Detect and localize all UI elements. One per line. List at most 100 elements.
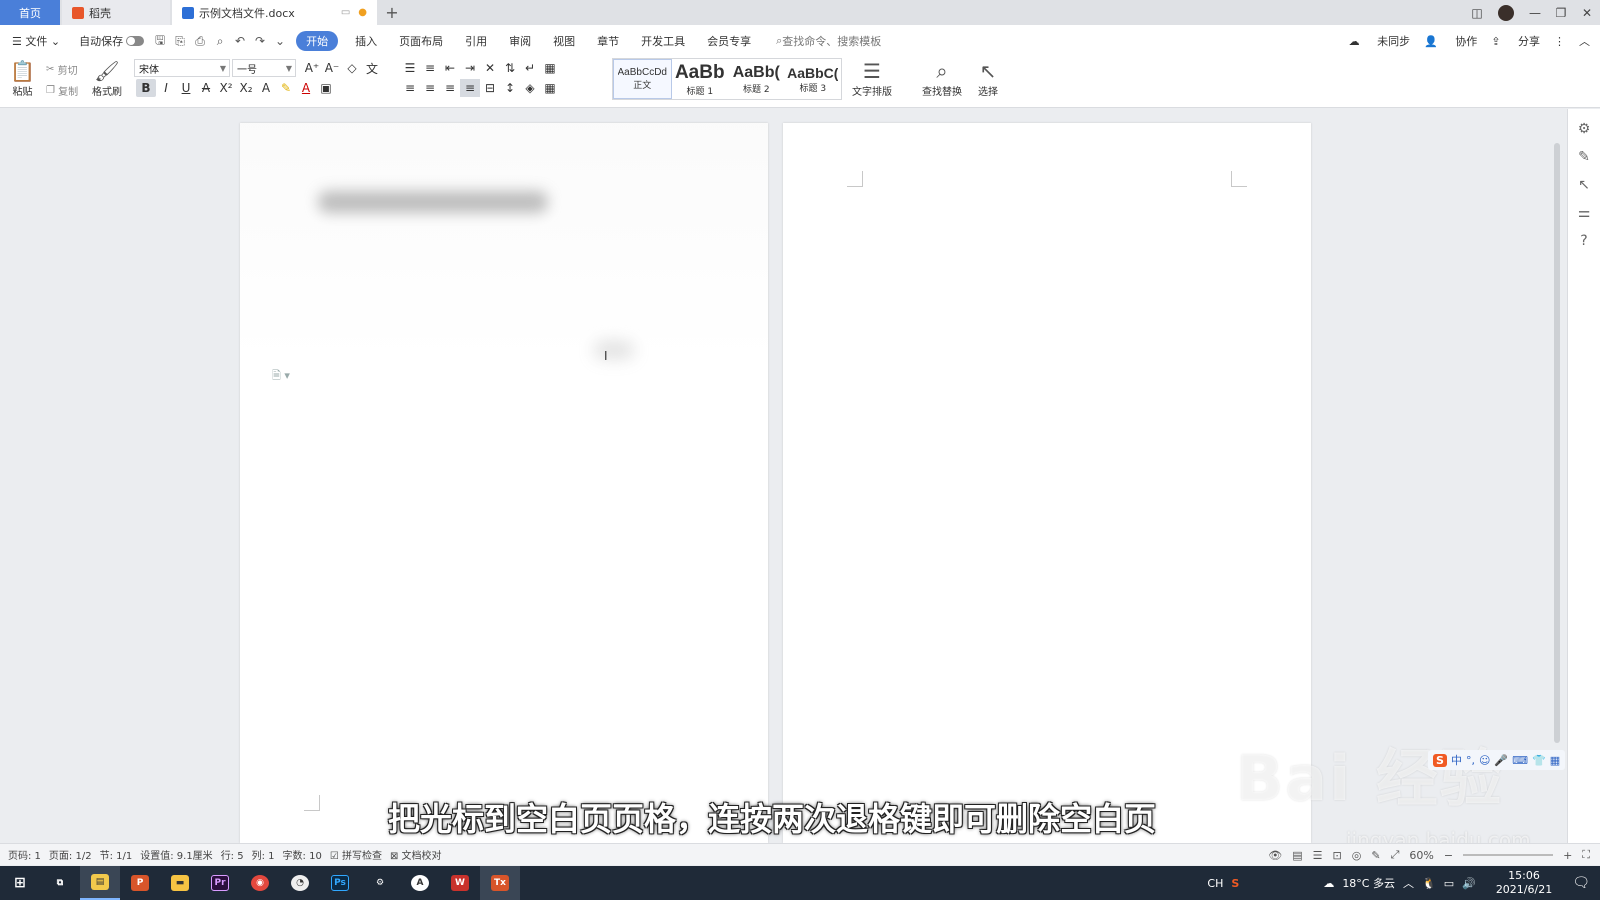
side-tool-1-icon[interactable]: ⚙ (1568, 121, 1600, 137)
share-button[interactable]: ⇪ 分享 (1491, 33, 1540, 49)
taskbar-app-slides[interactable]: P (120, 866, 160, 900)
avatar[interactable] (1498, 4, 1514, 21)
qq-icon[interactable]: 🐧 (1422, 877, 1436, 890)
eye-protect-icon[interactable]: 👁 (1268, 849, 1282, 862)
undo-icon[interactable]: ↶ (230, 33, 250, 49)
screen-icon[interactable]: ▭ (341, 7, 350, 18)
quick-access-dropdown-icon[interactable]: ⌄ (270, 33, 290, 49)
sync-button[interactable]: ☁ 未同步 (1349, 33, 1411, 49)
skin-icon[interactable]: 👕 (1532, 754, 1546, 767)
text-effect-button[interactable]: A (256, 79, 276, 97)
grid-icon[interactable]: ▦ (1550, 754, 1560, 767)
status-section[interactable]: 节: 1/1 (100, 847, 133, 862)
input-lang[interactable]: CH (1207, 877, 1223, 890)
taskbar-app-wps[interactable]: W (440, 866, 480, 900)
paragraph-marker-icon[interactable]: 🗎 ▾ (272, 367, 290, 386)
sogou-logo-icon[interactable]: S (1433, 753, 1447, 767)
taskbar-app-apowersoft[interactable]: A (400, 866, 440, 900)
start-button[interactable]: ⊞ (0, 866, 40, 900)
text-layout-button[interactable]: ☰ 文字排版 (852, 59, 892, 98)
ime-mode[interactable]: 中 (1451, 752, 1462, 768)
line-spacing-icon[interactable]: ↕ (500, 79, 520, 97)
outline-view-icon[interactable]: ☰ (1313, 849, 1323, 862)
sort-icon[interactable]: ⇅ (500, 59, 520, 77)
volume-icon[interactable]: 🔊 (1462, 877, 1476, 890)
clear-format-icon[interactable]: ◇ (342, 59, 362, 77)
tab-daoke[interactable]: 稻壳 (62, 0, 170, 25)
subscript-button[interactable]: X₂ (236, 79, 256, 97)
justify-icon[interactable]: ≡ (460, 79, 480, 97)
align-right-icon[interactable]: ≡ (440, 79, 460, 97)
status-pages[interactable]: 页面: 1/2 (49, 847, 92, 862)
taskbar-app-explorer[interactable]: ▬ (160, 866, 200, 900)
taskbar-app-settings[interactable]: ⚙ (360, 866, 400, 900)
collapse-ribbon-icon[interactable]: ︿ (1579, 33, 1590, 49)
chinese-layout-icon[interactable]: ✕ (480, 59, 500, 77)
save-icon[interactable]: 🖫 (150, 33, 170, 49)
highlight-button[interactable]: ✎ (276, 79, 296, 97)
keyboard-icon[interactable]: ⌨ (1512, 754, 1528, 767)
fullscreen-icon[interactable]: ⛶ (1582, 848, 1590, 862)
taskbar-app-premiere[interactable]: Pr (200, 866, 240, 900)
mic-icon[interactable]: 🎤 (1494, 754, 1508, 767)
doc-proof-button[interactable]: ⊠ 文档校对 (390, 847, 442, 862)
align-center-icon[interactable]: ≡ (420, 79, 440, 97)
ime-punct[interactable]: °, (1466, 754, 1475, 767)
increase-indent-icon[interactable]: ⇥ (460, 59, 480, 77)
show-marks-icon[interactable]: ↵ (520, 59, 540, 77)
menu-tab-start[interactable]: 开始 (296, 31, 339, 51)
pointer-icon[interactable]: ↖ (1568, 177, 1600, 193)
autosave-toggle[interactable] (126, 36, 145, 46)
tab-home[interactable]: 首页 (0, 0, 60, 25)
zoom-out-button[interactable]: − (1444, 849, 1453, 862)
copy-button[interactable]: ❐ 复制 (46, 83, 78, 98)
notification-icon[interactable]: 🗨 (1572, 875, 1590, 891)
status-word-count[interactable]: 字数: 10 (283, 847, 322, 862)
collaborate-button[interactable]: 👤 协作 (1424, 33, 1477, 49)
format-painter-button[interactable]: 🖌 格式刷 (92, 59, 122, 98)
document-page-1[interactable]: I 🗎 ▾ (240, 123, 768, 843)
write-view-icon[interactable]: ✎ (1371, 849, 1380, 862)
char-border-button[interactable]: ▣ (316, 79, 336, 97)
format-icon[interactable]: ⎘ (170, 33, 190, 49)
fit-width-icon[interactable]: ⤢ (1391, 848, 1400, 862)
status-col[interactable]: 列: 1 (252, 847, 275, 862)
paste-button[interactable]: 📋 粘贴 (10, 59, 35, 98)
zoom-in-button[interactable]: + (1563, 849, 1572, 862)
more-icon[interactable]: ⋮ (1554, 35, 1565, 48)
numbered-list-icon[interactable]: ≡ (420, 59, 440, 77)
decrease-indent-icon[interactable]: ⇤ (440, 59, 460, 77)
superscript-button[interactable]: X² (216, 79, 236, 97)
close-button[interactable]: ✕ (1574, 6, 1600, 20)
find-replace-button[interactable]: ⌕ 查找替换 (922, 59, 962, 98)
tab-document[interactable]: 示例文档文件.docx ▭ ● (172, 0, 377, 25)
bold-button[interactable]: B (136, 79, 156, 97)
print-preview-icon[interactable]: ⌕ (210, 33, 230, 49)
weather-text[interactable]: 18°C 多云 (1342, 875, 1395, 891)
menu-tab-developer[interactable]: 开发工具 (630, 33, 696, 49)
status-row[interactable]: 行: 5 (221, 847, 244, 862)
taskbar-app-speed[interactable]: ◔ (280, 866, 320, 900)
spell-check-button[interactable]: ☑ 拼写检查 (330, 847, 382, 862)
style-normal[interactable]: AaBbCcDd 正文 (613, 59, 672, 99)
scroll-thumb[interactable] (1554, 143, 1560, 743)
italic-button[interactable]: I (156, 79, 176, 97)
status-page-number[interactable]: 页码: 1 (8, 847, 41, 862)
pen-icon[interactable]: ✎ (1568, 149, 1600, 165)
taskbar-app-files[interactable]: ▤ (80, 866, 120, 900)
menu-tab-member[interactable]: 会员专享 (696, 33, 762, 49)
cut-button[interactable]: ✂ 剪切 (46, 62, 78, 77)
document-page-2[interactable] (783, 123, 1311, 843)
status-setting[interactable]: 设置值: 9.1厘米 (140, 847, 212, 862)
task-view-button[interactable]: ⧉ (40, 866, 80, 900)
read-view-icon[interactable]: ⊡ (1333, 849, 1342, 862)
sogou-tray-icon[interactable]: S (1231, 877, 1239, 890)
menu-tab-references[interactable]: 引用 (454, 33, 498, 49)
menu-tab-insert[interactable]: 插入 (344, 33, 388, 49)
command-search[interactable]: ⌕ 查找命令、搜索模板 (776, 33, 881, 49)
new-tab-button[interactable]: + (377, 0, 407, 25)
strikethrough-button[interactable]: A (196, 79, 216, 97)
taskbar-app-photoshop[interactable]: Ps (320, 866, 360, 900)
clock[interactable]: 15:06 2021/6/21 (1492, 869, 1556, 897)
emoji-icon[interactable]: ☺ (1479, 754, 1490, 767)
